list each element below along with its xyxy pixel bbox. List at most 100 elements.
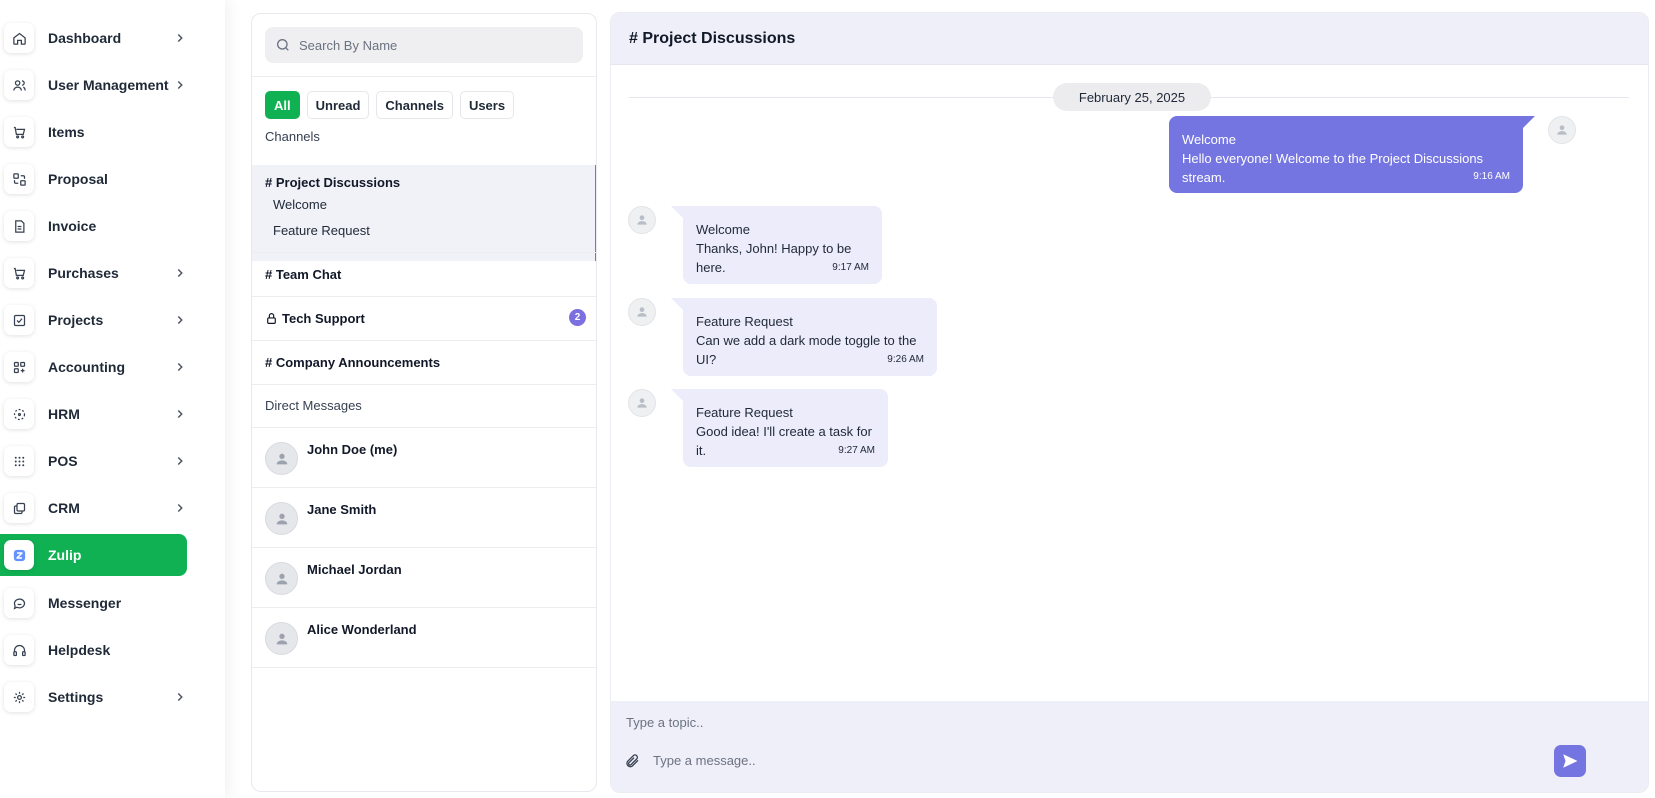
bubble-tail: [1523, 116, 1535, 128]
sidebar: Dashboard User Management Items Proposal…: [0, 0, 225, 798]
message-outgoing: Welcome Hello everyone! Welcome to the P…: [1169, 116, 1523, 193]
nav-item-helpdesk[interactable]: Helpdesk: [0, 628, 197, 672]
dm-user-alice-wonderland[interactable]: Alice Wonderland: [252, 608, 596, 668]
avatar: [265, 442, 298, 475]
dm-user-jane-smith[interactable]: Jane Smith: [252, 488, 596, 548]
send-button[interactable]: [1554, 745, 1586, 777]
channels-heading: Channels: [265, 129, 320, 144]
topic-input[interactable]: [626, 715, 1226, 730]
headset-icon: [4, 635, 34, 665]
nav-item-zulip[interactable]: Zulip: [0, 534, 187, 576]
search-box: [265, 27, 583, 63]
gear-icon: [4, 682, 34, 712]
nav-label: Items: [48, 124, 85, 140]
date-pill: February 25, 2025: [1053, 83, 1211, 111]
channel-company-announcements[interactable]: # Company Announcements: [252, 340, 596, 384]
avatar: [628, 206, 656, 234]
zulip-logo-icon: [4, 540, 34, 570]
nav-item-proposal[interactable]: Proposal: [0, 157, 197, 201]
cart-icon: [4, 258, 34, 288]
dm-user-john-doe[interactable]: John Doe (me): [252, 428, 596, 488]
nav-item-projects[interactable]: Projects: [0, 298, 197, 342]
user-name: Jane Smith: [307, 502, 377, 517]
filter-users-button[interactable]: Users: [459, 91, 515, 119]
filter-channels-button[interactable]: Channels: [376, 91, 453, 119]
nav-label: User Management: [48, 77, 169, 93]
dm-user-michael-jordan[interactable]: Michael Jordan: [252, 548, 596, 608]
nav-item-user-management[interactable]: User Management: [0, 63, 197, 107]
nav-item-dashboard[interactable]: Dashboard: [0, 16, 197, 60]
nav-label: Projects: [48, 312, 104, 328]
search-icon: [277, 39, 289, 51]
nav-label: Accounting: [48, 359, 125, 375]
grid-plus-icon: [4, 352, 34, 382]
message-time: 9:17 AM: [832, 262, 869, 273]
checkbox-icon: [4, 305, 34, 335]
nav-label: CRM: [48, 500, 80, 516]
topic-feature-request[interactable]: Feature Request: [273, 223, 370, 238]
nav-item-settings[interactable]: Settings: [0, 675, 197, 719]
direct-messages-heading: Direct Messages: [265, 398, 362, 413]
nav-label: Purchases: [48, 265, 119, 281]
message-incoming: Welcome Thanks, John! Happy to be here. …: [683, 206, 882, 284]
nav-label: Invoice: [48, 218, 97, 234]
search-input[interactable]: [299, 37, 569, 53]
channel-tech-support[interactable]: Tech Support 2: [252, 296, 596, 340]
user-name: Alice Wonderland: [307, 622, 417, 637]
chevron-right-icon: [177, 409, 183, 419]
divider: [252, 384, 596, 385]
chevron-right-icon: [177, 456, 183, 466]
chat-title: # Project Discussions: [611, 13, 1648, 65]
avatar: [628, 298, 656, 326]
divider: [252, 76, 596, 77]
avatar: [1548, 116, 1576, 144]
nav-label: Settings: [48, 689, 104, 705]
avatar: [265, 622, 298, 655]
nav-label: Dashboard: [48, 30, 122, 46]
nav-item-accounting[interactable]: Accounting: [0, 345, 197, 389]
compose-area: [611, 701, 1648, 792]
nav-label: Proposal: [48, 171, 108, 187]
filter-unread-button[interactable]: Unread: [306, 91, 370, 119]
user-name: Michael Jordan: [307, 562, 402, 577]
message-topic: Feature Request: [696, 314, 793, 329]
chevron-right-icon: [177, 362, 183, 372]
avatar: [265, 562, 298, 595]
paperclip-icon[interactable]: [624, 753, 640, 769]
nav-label: Messenger: [48, 595, 122, 611]
chevron-right-icon: [177, 80, 183, 90]
divider: [252, 667, 596, 668]
nav-item-pos[interactable]: POS: [0, 439, 197, 483]
cart-icon: [4, 117, 34, 147]
message-time: 9:26 AM: [887, 354, 924, 365]
nav-item-messenger[interactable]: Messenger: [0, 581, 197, 625]
nav-label: Helpdesk: [48, 642, 111, 658]
message-time: 9:16 AM: [1473, 171, 1510, 182]
unread-badge: 2: [569, 309, 586, 326]
channel-label: Tech Support: [282, 310, 365, 326]
nav-item-crm[interactable]: CRM: [0, 486, 197, 530]
document-icon: [4, 211, 34, 241]
nav-item-items[interactable]: Items: [0, 110, 197, 154]
circle-dots-icon: [4, 399, 34, 429]
nav-item-invoice[interactable]: Invoice: [0, 204, 197, 248]
chat-bubble-icon: [4, 588, 34, 618]
users-icon: [4, 70, 34, 100]
channel-team-chat[interactable]: # Team Chat: [252, 252, 596, 296]
chat-panel: # Project Discussions February 25, 2025 …: [610, 12, 1649, 793]
chevron-right-icon: [177, 503, 183, 513]
filter-all-button[interactable]: All: [265, 91, 300, 119]
message-input[interactable]: [653, 753, 1353, 768]
nav-label: Zulip: [48, 547, 82, 563]
nav-item-hrm[interactable]: HRM: [0, 392, 197, 436]
channel-project-discussions[interactable]: # Project Discussions: [252, 172, 596, 192]
topic-welcome[interactable]: Welcome: [273, 197, 327, 212]
chevron-right-icon: [177, 692, 183, 702]
bubble-tail: [671, 389, 683, 401]
send-icon: [1563, 754, 1578, 768]
user-name: John Doe (me): [307, 442, 398, 457]
bubble-tail: [671, 206, 683, 218]
nav-item-purchases[interactable]: Purchases: [0, 251, 197, 295]
proposal-icon: [4, 164, 34, 194]
streams-panel: All Unread Channels Users Channels # Pro…: [251, 13, 597, 792]
